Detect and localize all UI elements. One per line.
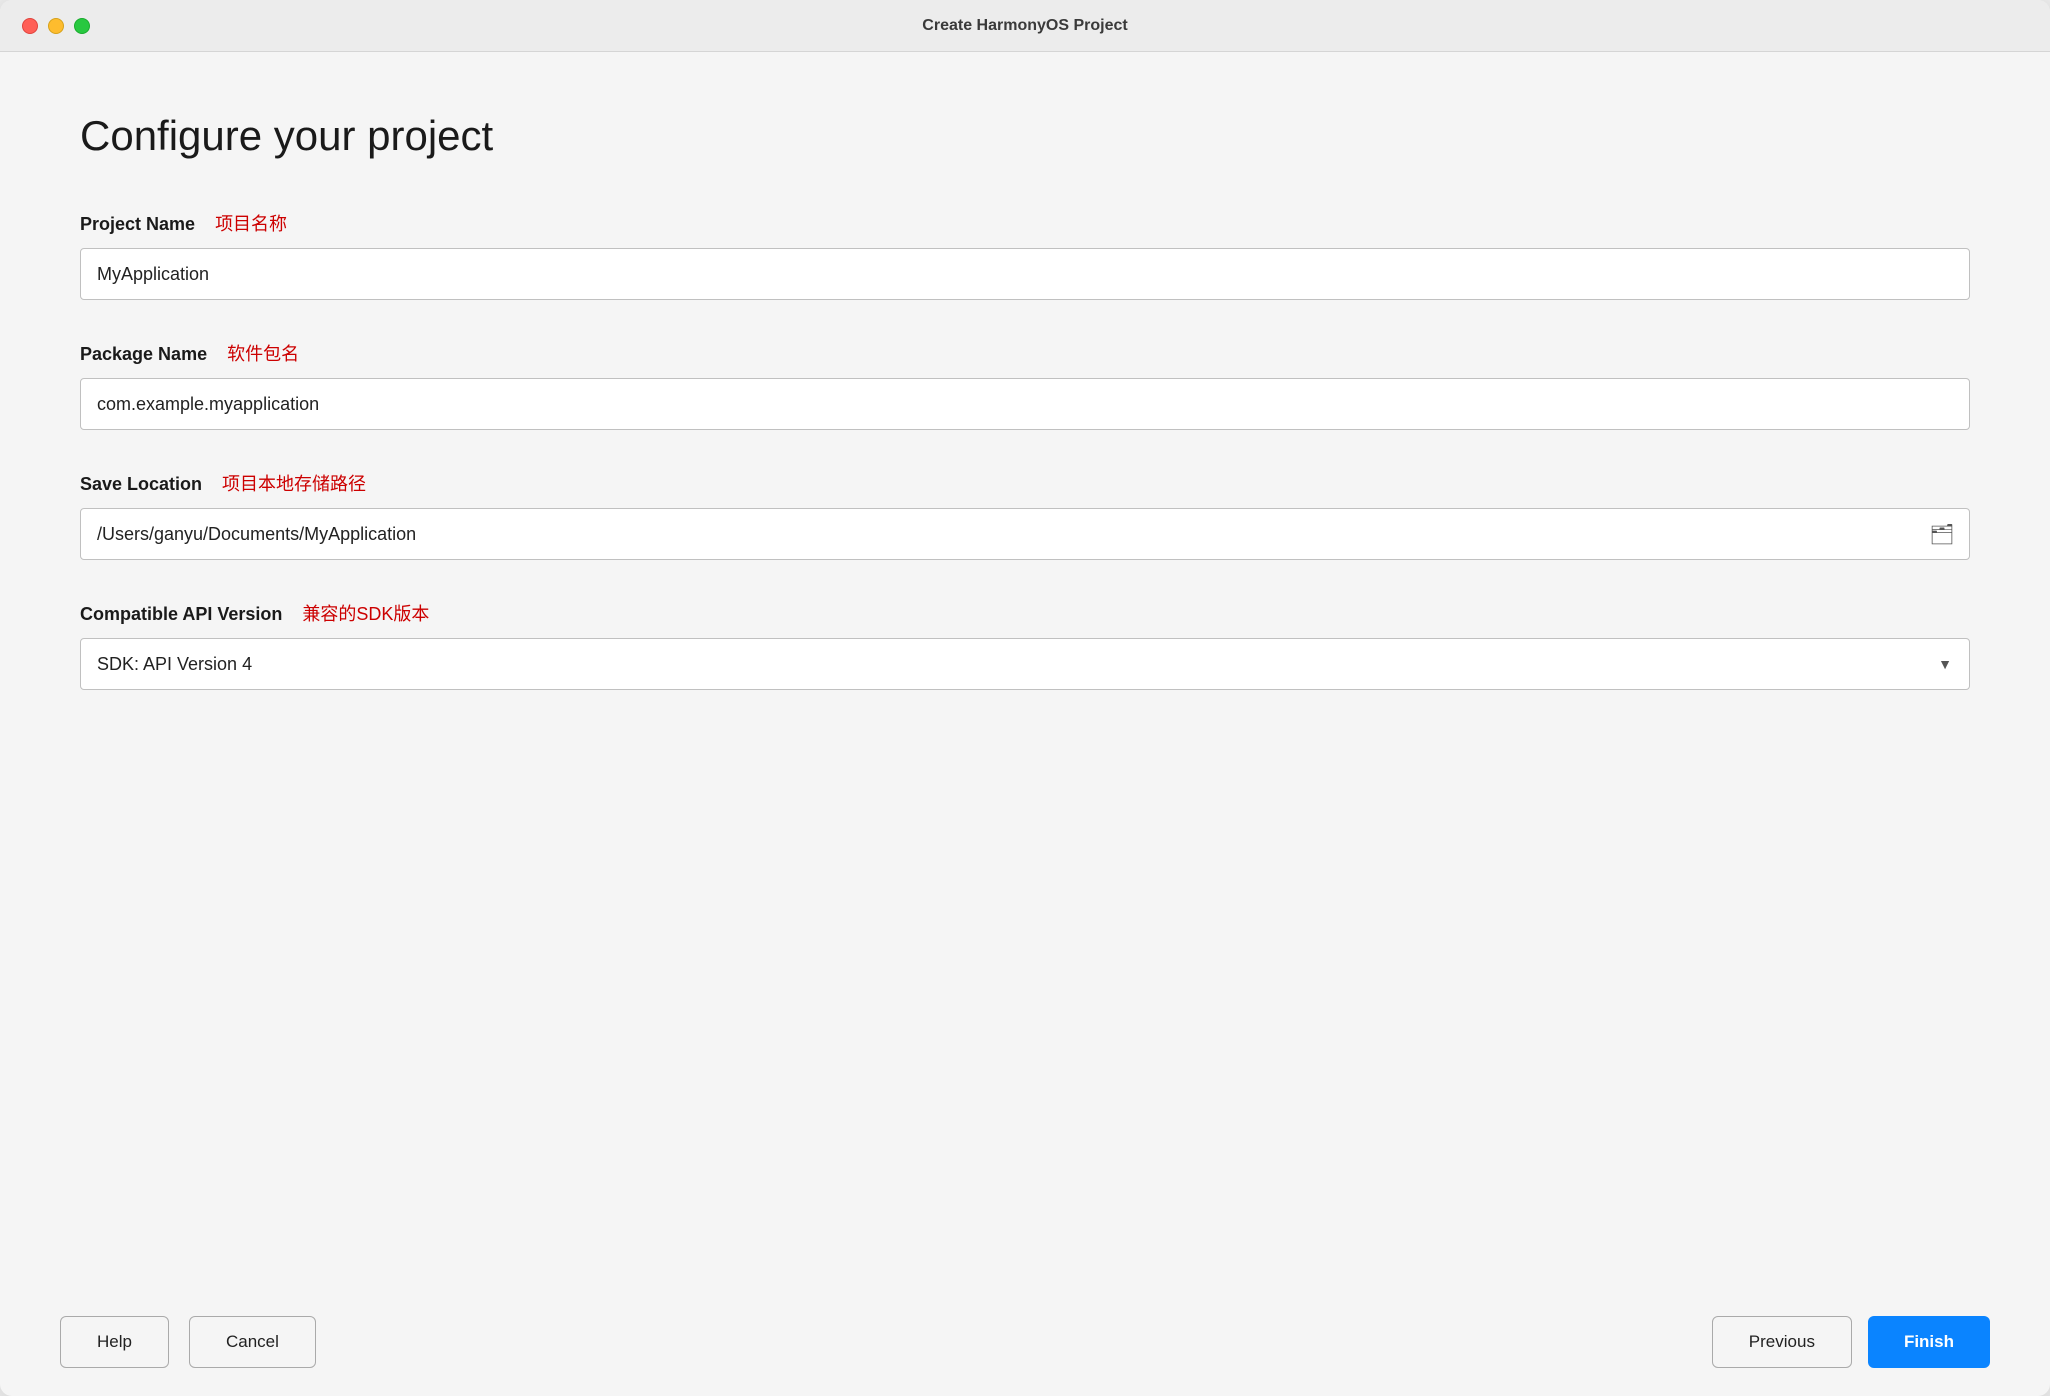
save-location-group: Save Location 项目本地存储路径 🗂	[80, 470, 1970, 560]
project-name-input[interactable]	[80, 248, 1970, 300]
page-title: Configure your project	[80, 112, 1970, 160]
finish-button[interactable]: Finish	[1868, 1316, 1990, 1368]
window-title: Create HarmonyOS Project	[922, 17, 1127, 35]
api-version-select-wrapper: SDK: API Version 4 SDK: API Version 3 SD…	[80, 638, 1970, 690]
package-name-group: Package Name 软件包名	[80, 340, 1970, 430]
project-name-label: Project Name	[80, 214, 195, 235]
api-version-group: Compatible API Version 兼容的SDK版本 SDK: API…	[80, 600, 1970, 690]
api-version-label-cn: 兼容的SDK版本	[302, 600, 429, 626]
package-name-label-cn: 软件包名	[227, 340, 299, 366]
traffic-lights	[22, 18, 90, 34]
save-location-input-wrapper: 🗂	[80, 508, 1970, 560]
footer-left: Help Cancel	[60, 1316, 316, 1368]
package-name-label: Package Name	[80, 344, 207, 365]
title-bar: Create HarmonyOS Project	[0, 0, 2050, 52]
save-location-input[interactable]	[80, 508, 1970, 560]
package-name-label-row: Package Name 软件包名	[80, 340, 1970, 366]
api-version-select[interactable]: SDK: API Version 4 SDK: API Version 3 SD…	[80, 638, 1970, 690]
package-name-input[interactable]	[80, 378, 1970, 430]
folder-browse-button[interactable]: 🗂	[1914, 508, 1970, 560]
maximize-button[interactable]	[74, 18, 90, 34]
project-name-label-row: Project Name 项目名称	[80, 210, 1970, 236]
previous-button[interactable]: Previous	[1712, 1316, 1852, 1368]
folder-icon: 🗂	[1929, 522, 1954, 547]
project-name-label-cn: 项目名称	[215, 210, 287, 236]
minimize-button[interactable]	[48, 18, 64, 34]
footer: Help Cancel Previous Finish	[0, 1288, 2050, 1396]
api-version-label-row: Compatible API Version 兼容的SDK版本	[80, 600, 1970, 626]
api-version-label: Compatible API Version	[80, 604, 282, 625]
close-button[interactable]	[22, 18, 38, 34]
save-location-label-row: Save Location 项目本地存储路径	[80, 470, 1970, 496]
project-name-group: Project Name 项目名称	[80, 210, 1970, 300]
footer-right: Previous Finish	[1712, 1316, 1990, 1368]
window: Create HarmonyOS Project Configure your …	[0, 0, 2050, 1396]
main-content: Configure your project Project Name 项目名称…	[0, 52, 2050, 1288]
save-location-label: Save Location	[80, 474, 202, 495]
cancel-button[interactable]: Cancel	[189, 1316, 316, 1368]
save-location-label-cn: 项目本地存储路径	[222, 470, 366, 496]
help-button[interactable]: Help	[60, 1316, 169, 1368]
